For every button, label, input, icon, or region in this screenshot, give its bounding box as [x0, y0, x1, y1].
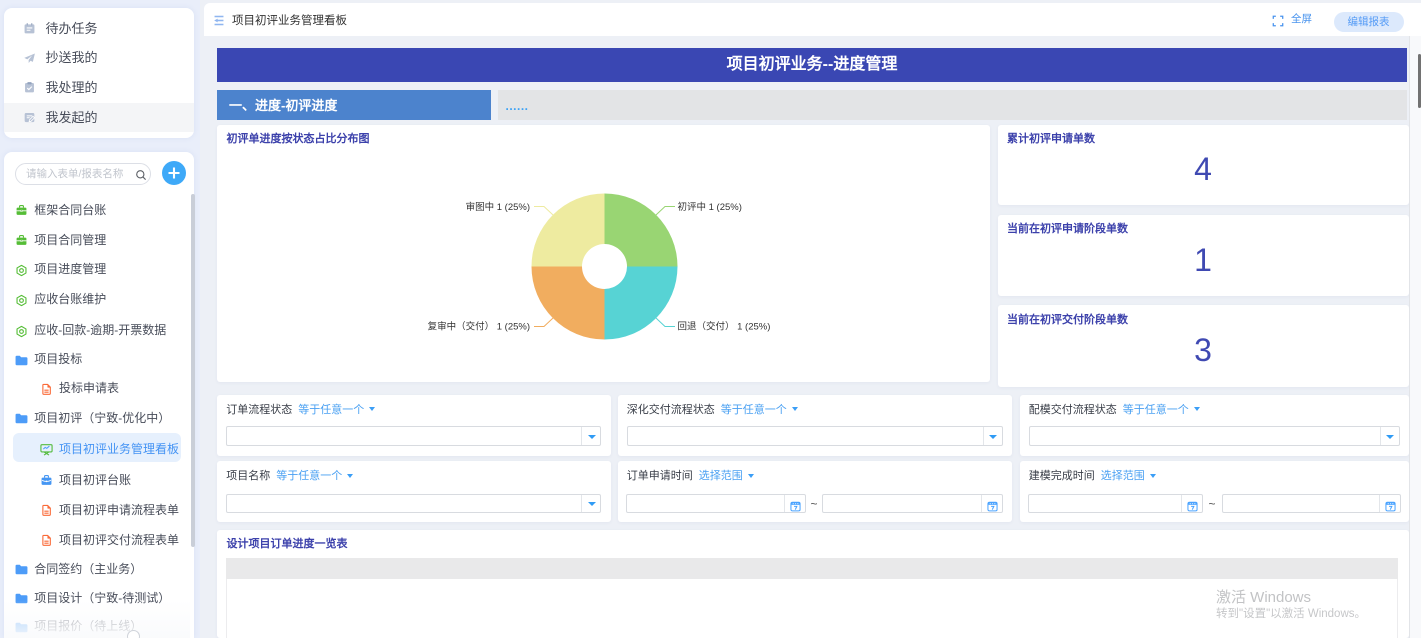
svg-text:回退（交付） 1 (25%): 回退（交付） 1 (25%) — [678, 320, 771, 332]
svg-text:审图中 1 (25%): 审图中 1 (25%) — [466, 200, 530, 212]
svg-text:初评中 1 (25%): 初评中 1 (25%) — [678, 200, 742, 212]
svg-text:复审中（交付） 1 (25%): 复审中（交付） 1 (25%) — [428, 320, 530, 332]
